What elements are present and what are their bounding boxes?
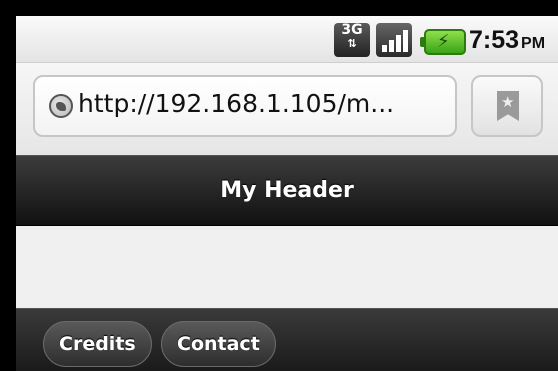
- battery-charging-icon: ⚡: [420, 29, 466, 55]
- clock-ampm: PM: [521, 35, 546, 52]
- data-arrows-icon: ⇅: [347, 37, 357, 50]
- url-text[interactable]: http://192.168.1.105/m...: [78, 89, 394, 118]
- phone-screen: 3G ⇅ ⚡ 7:53 PM http://192.168.1.105/m... …: [16, 16, 558, 371]
- url-field[interactable]: http://192.168.1.105/m...: [33, 75, 457, 137]
- browser-address-bar: http://192.168.1.105/m... ★: [16, 63, 558, 155]
- page-header: My Header: [16, 155, 558, 226]
- network-label: 3G: [341, 22, 363, 38]
- globe-icon: [49, 94, 73, 118]
- clock: 7:53 PM: [469, 26, 545, 55]
- page-footer: Credits Contact: [16, 308, 558, 371]
- charging-bolt-icon: ⚡: [437, 31, 450, 52]
- credits-button[interactable]: Credits: [43, 321, 152, 367]
- page-content: [16, 226, 558, 308]
- contact-button[interactable]: Contact: [161, 321, 276, 367]
- signal-strength-icon: [376, 23, 412, 57]
- clock-time: 7:53: [469, 26, 520, 54]
- bookmark-button[interactable]: ★: [471, 75, 543, 137]
- bookmark-star-icon: ★: [497, 91, 519, 121]
- page-title: My Header: [220, 178, 354, 203]
- 3g-data-icon: 3G ⇅: [334, 23, 370, 57]
- status-bar: 3G ⇅ ⚡ 7:53 PM: [16, 16, 558, 63]
